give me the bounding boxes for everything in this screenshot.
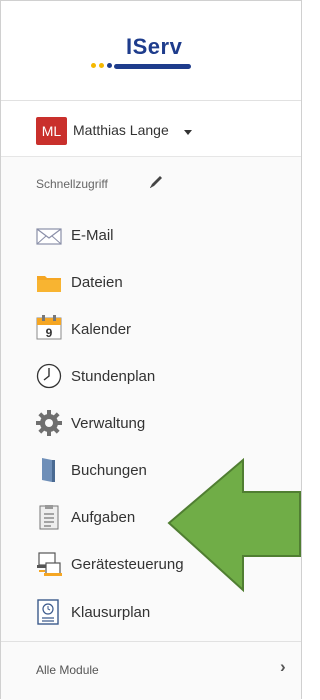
green-arrow-annotation	[167, 457, 301, 593]
